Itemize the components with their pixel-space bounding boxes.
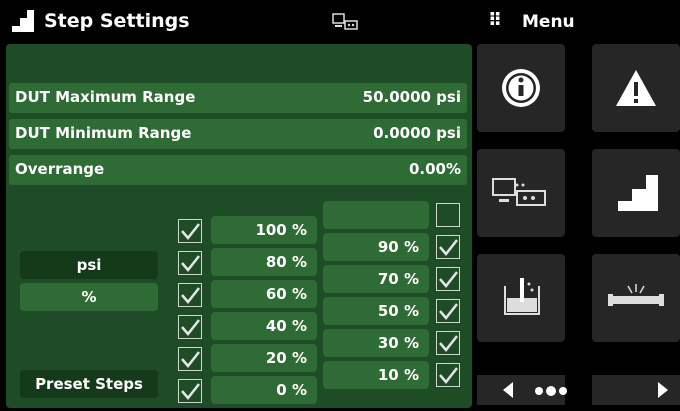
- step-settings-icon: [12, 10, 34, 32]
- unit-psi-button[interactable]: psi: [20, 251, 158, 279]
- step-checkbox[interactable]: [436, 235, 460, 259]
- page-dots-icon: [535, 386, 567, 396]
- info-tile[interactable]: [477, 44, 565, 132]
- step-value-field[interactable]: 90 %: [323, 233, 429, 261]
- arrow-right-icon: [658, 382, 668, 398]
- preset-steps-button[interactable]: Preset Steps: [20, 370, 158, 398]
- dut-max-range-label: DUT Maximum Range: [15, 88, 196, 106]
- dut-min-range-row[interactable]: DUT Minimum Range 0.0000 psi: [9, 119, 467, 149]
- step-value-field[interactable]: 50 %: [323, 297, 429, 325]
- dut-min-range-label: DUT Minimum Range: [15, 124, 192, 142]
- remote-connection-icon: [332, 13, 358, 30]
- step-checkbox[interactable]: [436, 267, 460, 291]
- step-checkbox[interactable]: [178, 283, 202, 307]
- measure-tank-icon: [504, 278, 540, 315]
- step-checkbox[interactable]: [436, 331, 460, 355]
- checkmark-icon: [439, 303, 458, 320]
- step-icon: [618, 175, 658, 211]
- remote-display-icon: [492, 178, 546, 206]
- step-checkbox[interactable]: [178, 315, 202, 339]
- page-title: Step Settings: [44, 10, 190, 32]
- info-icon: [502, 69, 540, 107]
- step-value-field[interactable]: 10 %: [323, 361, 429, 389]
- checkmark-icon: [181, 383, 200, 400]
- step-checkbox[interactable]: [436, 299, 460, 323]
- alarm-tile[interactable]: [592, 44, 680, 132]
- next-page-button[interactable]: [592, 375, 680, 405]
- checkmark-icon: [181, 287, 200, 304]
- step-checkbox[interactable]: [178, 251, 202, 275]
- unit-percent-button[interactable]: %: [20, 283, 158, 311]
- checkmark-icon: [181, 255, 200, 272]
- overrange-row[interactable]: Overrange 0.00%: [9, 155, 467, 185]
- step-value-field[interactable]: 30 %: [323, 329, 429, 357]
- warning-icon: [616, 70, 656, 106]
- checkmark-icon: [439, 239, 458, 256]
- checkmark-icon: [439, 271, 458, 288]
- checkmark-icon: [181, 319, 200, 336]
- step-checkbox[interactable]: [178, 379, 202, 403]
- remote-tile[interactable]: [477, 149, 565, 237]
- checkmark-icon: [439, 335, 458, 352]
- step-value-field[interactable]: 100 %: [211, 216, 317, 244]
- step-checkbox[interactable]: [436, 363, 460, 387]
- leak-pipe-icon: [608, 284, 664, 306]
- dut-min-range-value: 0.0000 psi: [373, 124, 461, 142]
- checkmark-icon: [181, 351, 200, 368]
- step-value-field[interactable]: 0 %: [211, 376, 317, 404]
- checkmark-icon: [181, 223, 200, 240]
- overrange-label: Overrange: [15, 160, 105, 178]
- step-value-field[interactable]: 60 %: [211, 280, 317, 308]
- menu-button[interactable]: Menu: [522, 10, 575, 34]
- page-indicator: [534, 382, 578, 404]
- leak-tile[interactable]: [592, 254, 680, 342]
- step-value-field[interactable]: 80 %: [211, 248, 317, 276]
- step-checkbox[interactable]: [436, 203, 460, 227]
- measure-tile[interactable]: [477, 254, 565, 342]
- dut-max-range-value: 50.0000 psi: [362, 88, 461, 106]
- overrange-value: 0.00%: [408, 160, 461, 178]
- step-value-field[interactable]: [323, 201, 429, 229]
- step-tile[interactable]: [592, 149, 680, 237]
- step-checkbox[interactable]: [178, 219, 202, 243]
- step-checkbox[interactable]: [178, 347, 202, 371]
- dut-max-range-row[interactable]: DUT Maximum Range 50.0000 psi: [9, 83, 467, 113]
- step-value-field[interactable]: 40 %: [211, 312, 317, 340]
- menu-grip-icon[interactable]: ⠿: [488, 10, 502, 31]
- checkmark-icon: [439, 367, 458, 384]
- step-value-field[interactable]: 20 %: [211, 344, 317, 372]
- step-value-field[interactable]: 70 %: [323, 265, 429, 293]
